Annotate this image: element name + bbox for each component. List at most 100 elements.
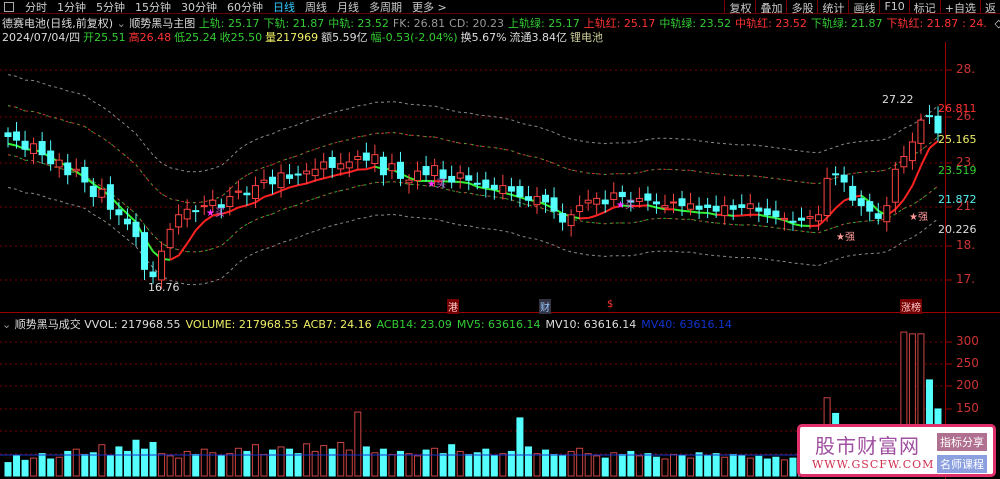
candle-body: [567, 214, 575, 227]
candle-body: [593, 197, 601, 205]
candle-body: [30, 143, 38, 154]
volume-bar: [422, 449, 430, 477]
volume-bar: [670, 454, 678, 477]
volume-bar: [149, 441, 157, 477]
candle-body: [422, 166, 430, 176]
candle-body: [499, 185, 507, 195]
trend-line-segment: [314, 177, 324, 182]
volume-axis-label: 150: [956, 401, 979, 415]
volume-bar: [337, 441, 345, 477]
volume-bar: [38, 453, 46, 477]
volume-bar: [362, 446, 370, 477]
candle-body: [789, 220, 797, 223]
trend-line-segment: [647, 204, 657, 209]
candle-body: [243, 192, 251, 196]
volume-bar: [115, 446, 123, 477]
candle-body: [678, 198, 686, 207]
volume-bar: [21, 459, 29, 477]
candle-body: [294, 173, 302, 176]
upper-band-label: 25.165: [938, 133, 977, 146]
volume-bar: [550, 454, 558, 477]
finance-marker[interactable]: 财: [539, 299, 551, 314]
candle-body: [456, 172, 464, 179]
volume-bar: [729, 454, 737, 477]
candle-body: [183, 208, 191, 220]
candle-body: [234, 190, 242, 193]
volume-bar: [490, 455, 498, 477]
candle-body: [72, 168, 80, 172]
candle-body: [780, 217, 788, 221]
volume-bar: [448, 444, 456, 477]
volume-bar: [234, 447, 242, 477]
candle-body: [123, 218, 131, 225]
trend-line-segment: [928, 140, 939, 149]
volume-bar: [55, 456, 63, 477]
candle-body: [465, 175, 473, 181]
candle-body: [286, 174, 294, 179]
trend-line-segment: [673, 208, 683, 212]
candle-body: [550, 197, 558, 212]
volume-bar: [371, 452, 379, 477]
volume-bar: [209, 452, 217, 477]
candle-body: [260, 179, 268, 184]
volume-bar: [584, 453, 592, 477]
volume-bar: [217, 455, 225, 477]
candle-body: [158, 250, 166, 281]
volume-bar: [388, 454, 396, 477]
watermark-logo: 股市财富网 WWW.GSCFW.COM 指标分享 名师课程: [797, 424, 996, 477]
price-axis-label: 28.: [956, 62, 976, 76]
volume-bar: [439, 453, 447, 477]
candle-body: [738, 204, 746, 208]
candle-body: [106, 184, 114, 210]
volume-bar: [465, 454, 473, 477]
volume-bar: [746, 457, 754, 477]
candle-body: [47, 150, 55, 165]
volume-bar: [72, 448, 80, 477]
candle-body: [891, 168, 899, 203]
candle-body: [13, 131, 21, 141]
trend-line-segment: [639, 204, 648, 208]
candle-body: [516, 186, 524, 198]
volume-bar: [431, 447, 439, 477]
candle-body: [507, 186, 515, 192]
volume-bar: [704, 454, 712, 477]
candle-body: [866, 201, 874, 212]
candle-body: [601, 199, 609, 205]
candle-body: [132, 221, 140, 238]
watermark-tag-share: 指标分享: [937, 433, 987, 451]
hk-connect-marker[interactable]: 港: [447, 299, 459, 314]
volume-bar: [601, 457, 609, 477]
candle-body: [141, 232, 149, 270]
volume-bar: [789, 457, 797, 477]
fk-label: 26.811: [938, 102, 977, 115]
candle-body: [448, 175, 456, 183]
trend-line-segment: [834, 199, 845, 209]
volume-bar: [89, 452, 97, 477]
candle-body: [396, 161, 404, 179]
buy-signal: ★买: [616, 200, 635, 211]
candle-body: [38, 141, 46, 156]
candle-body: [712, 205, 720, 212]
volume-bar: [354, 411, 362, 477]
candle-body: [874, 213, 882, 219]
low-price-label: 16.76: [148, 281, 180, 294]
trend-line-segment: [596, 210, 606, 217]
volume-bar: [268, 449, 276, 477]
candle-body: [815, 214, 823, 222]
volume-bar: [661, 458, 669, 477]
limit-list-marker[interactable]: 涨榜: [900, 299, 922, 314]
candle-body: [89, 185, 97, 198]
candle-body: [277, 172, 285, 189]
volume-bar: [635, 455, 643, 477]
trend-line-segment: [331, 173, 342, 178]
volume-bar: [712, 453, 720, 477]
candle-body: [857, 198, 865, 207]
candle-body: [524, 196, 532, 201]
trend-line-segment: [911, 165, 922, 187]
candle-body: [687, 203, 695, 210]
trend-line-segment: [792, 222, 802, 227]
dividend-marker[interactable]: $: [606, 299, 614, 310]
candle-body: [21, 140, 29, 150]
candle-body: [414, 170, 422, 182]
trend-line-segment: [289, 184, 299, 189]
